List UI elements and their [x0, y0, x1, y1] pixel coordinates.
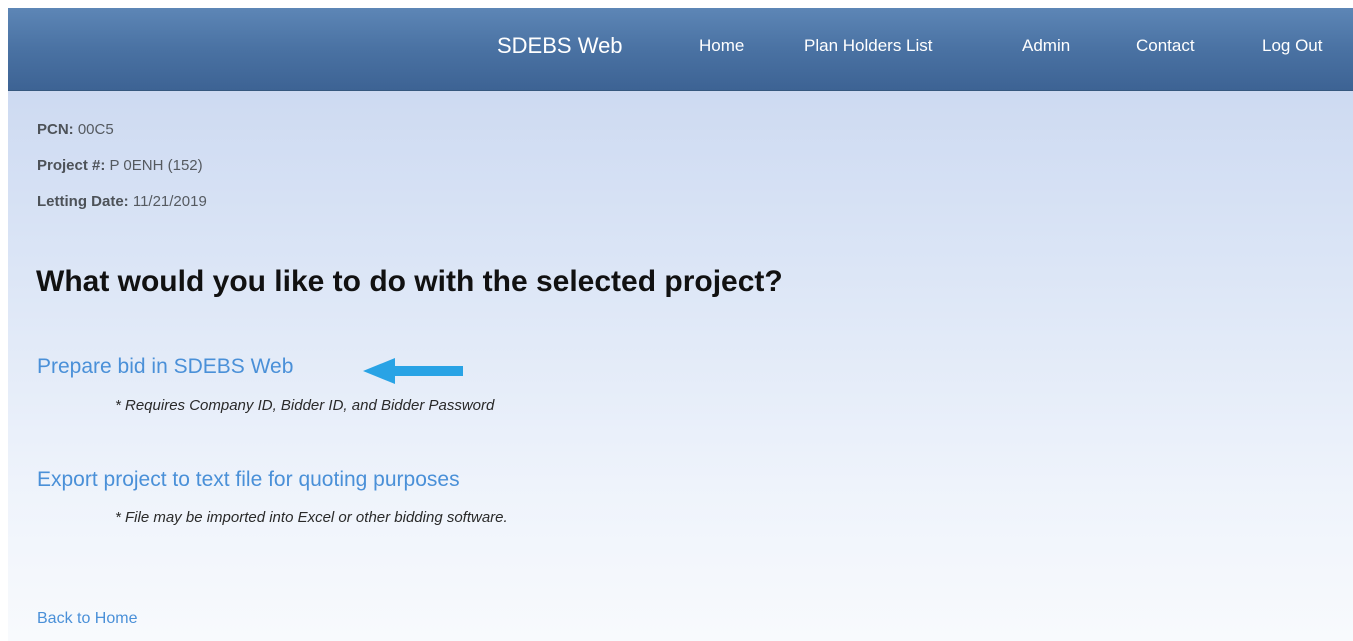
page-title: What would you like to do with the selec…: [36, 265, 783, 298]
letting-date-value: 11/21/2019: [132, 193, 207, 210]
pcn-value: 00C5: [77, 121, 114, 138]
export-project-note: * File may be imported into Excel or oth…: [115, 509, 508, 526]
project-number-label: Project #:: [37, 157, 106, 174]
nav-home-link[interactable]: Home: [699, 35, 744, 57]
prepare-bid-note: * Requires Company ID, Bidder ID, and Bi…: [115, 397, 495, 414]
arrow-left-icon: [363, 358, 463, 384]
nav-plan-holders-link[interactable]: Plan Holders List: [804, 35, 933, 57]
nav-admin-link[interactable]: Admin: [1022, 35, 1070, 57]
pcn-line: PCN: 00C5: [37, 120, 114, 140]
prepare-bid-link[interactable]: Prepare bid in SDEBS Web: [37, 354, 293, 380]
back-to-home-link[interactable]: Back to Home: [37, 609, 137, 629]
letting-date-line: Letting Date: 11/21/2019: [37, 192, 207, 212]
navbar: SDEBS Web Home Plan Holders List Admin C…: [8, 8, 1353, 91]
export-project-link[interactable]: Export project to text file for quoting …: [37, 467, 460, 493]
nav-logout-link[interactable]: Log Out: [1262, 35, 1323, 57]
window-edge: [0, 0, 8, 641]
project-number-line: Project #: P 0ENH (152): [37, 156, 203, 176]
page: SDEBS Web Home Plan Holders List Admin C…: [8, 8, 1353, 641]
project-number-value: P 0ENH (152): [109, 157, 203, 174]
browser-viewport: SDEBS Web Home Plan Holders List Admin C…: [0, 0, 1353, 641]
nav-contact-link[interactable]: Contact: [1136, 35, 1195, 57]
pcn-label: PCN:: [37, 121, 74, 138]
letting-date-label: Letting Date:: [37, 193, 129, 210]
brand-link[interactable]: SDEBS Web: [497, 32, 623, 60]
